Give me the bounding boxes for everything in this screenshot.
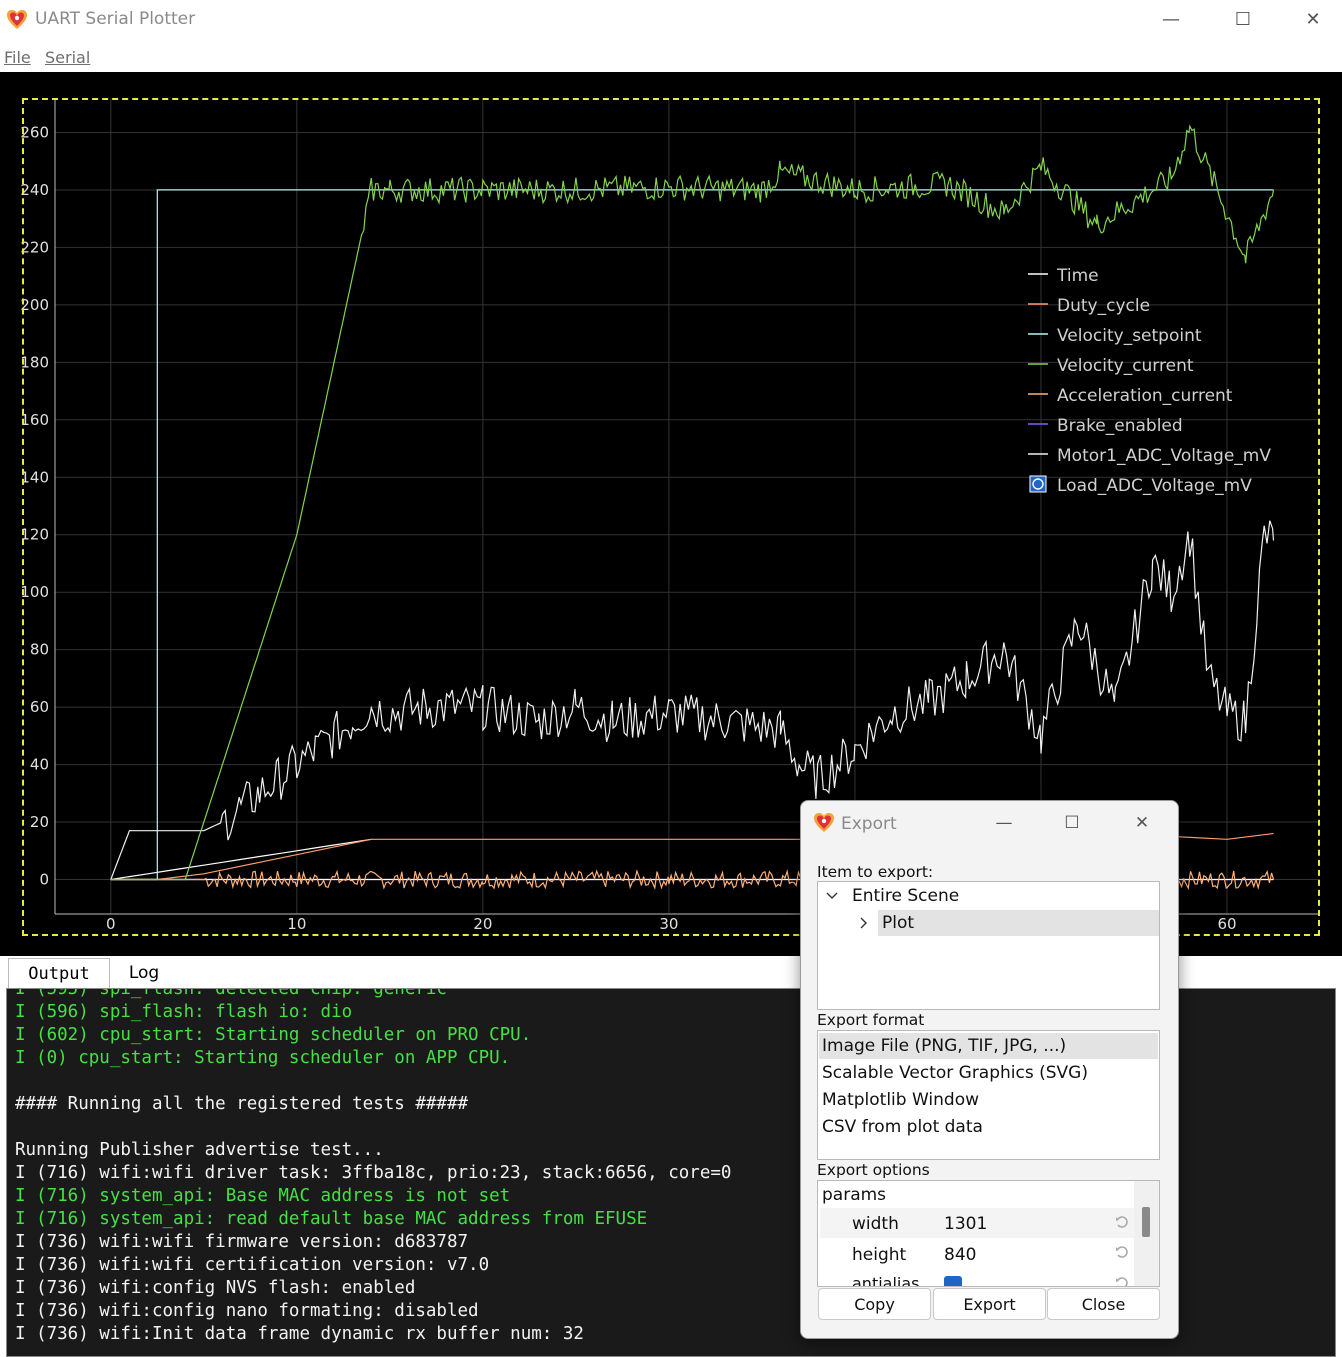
params-group: params	[822, 1185, 887, 1205]
tab-output[interactable]: Output	[8, 958, 110, 989]
scrollbar-thumb[interactable]	[1142, 1207, 1150, 1237]
menu-file[interactable]: File	[4, 48, 31, 67]
console-line: I (716) system_api: Base MAC address is …	[15, 1186, 511, 1206]
console-line: I (736) wifi:config nano formating: disa…	[15, 1301, 479, 1321]
format-item[interactable]: Image File (PNG, TIF, JPG, ...)	[822, 1036, 1066, 1056]
antialias-label: antialias	[852, 1274, 920, 1287]
width-label: width	[852, 1214, 899, 1234]
antialias-checkbox[interactable]	[944, 1276, 962, 1286]
console-line: I (736) wifi:wifi firmware version: d683…	[15, 1232, 469, 1252]
options-scrollbar[interactable]	[1134, 1181, 1159, 1286]
tree-item-plot-highlight	[878, 910, 1159, 936]
menu-serial[interactable]: Serial	[45, 48, 90, 67]
app-logo-icon	[7, 10, 27, 29]
console-line: I (0) cpu_start: Starting scheduler on A…	[15, 1048, 511, 1068]
menu-bar: File Serial	[0, 44, 1342, 72]
console-line: I (736) wifi:wifi certification version:…	[15, 1255, 490, 1275]
dialog-close-button[interactable]: Close	[1047, 1288, 1160, 1320]
console-line: I (736) wifi:Init data frame dynamic rx …	[15, 1324, 584, 1344]
tree-item-plot[interactable]: Plot	[882, 913, 914, 933]
console-line: Running Publisher advertise test...	[15, 1140, 384, 1160]
reset-antialias-icon[interactable]	[1114, 1275, 1130, 1287]
console-line: I (716) system_api: read default base MA…	[15, 1209, 648, 1229]
export-format-list[interactable]: Image File (PNG, TIF, JPG, ...) Scalable…	[817, 1030, 1160, 1160]
dialog-close-icon[interactable]: ✕	[1117, 807, 1167, 839]
console-line: I (596) spi_flash: flash io: dio	[15, 1002, 353, 1022]
maximize-button[interactable]: ☐	[1210, 0, 1276, 38]
tree-item-entire-scene[interactable]: Entire Scene	[852, 886, 959, 906]
export-dialog-titlebar: Export — ☐ ✕	[801, 801, 1178, 847]
reset-width-icon[interactable]	[1114, 1214, 1130, 1230]
console-line: I (602) cpu_start: Starting scheduler on…	[15, 1025, 532, 1045]
format-item[interactable]: CSV from plot data	[822, 1117, 983, 1137]
export-app-icon	[814, 813, 834, 832]
export-options-label: Export options	[817, 1161, 930, 1179]
dialog-minimize-button[interactable]: —	[979, 807, 1029, 839]
height-field[interactable]: 840	[944, 1245, 976, 1265]
minimize-button[interactable]: —	[1138, 0, 1204, 38]
chevron-down-icon[interactable]	[826, 890, 838, 902]
export-button[interactable]: Export	[933, 1288, 1046, 1320]
export-options-tree[interactable]: params width 1301 height 840 antialias	[817, 1180, 1160, 1287]
dialog-maximize-button[interactable]: ☐	[1047, 807, 1097, 839]
copy-button[interactable]: Copy	[818, 1288, 931, 1320]
width-field[interactable]: 1301	[944, 1214, 987, 1234]
tab-log[interactable]: Log	[118, 958, 170, 988]
item-to-export-label: Item to export:	[817, 863, 934, 881]
console-line: I (595) spi_flash: detected chip: generi…	[15, 988, 447, 999]
close-button[interactable]: ✕	[1280, 0, 1342, 38]
format-item[interactable]: Scalable Vector Graphics (SVG)	[822, 1063, 1088, 1083]
height-label: height	[852, 1245, 907, 1265]
export-dialog: Export — ☐ ✕ Item to export: Entire Scen…	[800, 800, 1179, 1339]
console-line: I (736) wifi:config NVS flash: enabled	[15, 1278, 416, 1298]
console-line: I (716) wifi:wifi driver task: 3ffba18c,…	[15, 1163, 732, 1183]
item-tree[interactable]: Entire Scene Plot	[817, 881, 1160, 1010]
reset-height-icon[interactable]	[1114, 1244, 1130, 1260]
window-title: UART Serial Plotter	[35, 9, 196, 29]
format-item[interactable]: Matplotlib Window	[822, 1090, 979, 1110]
chevron-right-icon[interactable]	[858, 917, 870, 929]
title-bar: UART Serial Plotter — ☐ ✕	[0, 0, 1342, 40]
export-dialog-title: Export	[841, 814, 897, 834]
export-format-label: Export format	[817, 1011, 925, 1029]
console-line: #### Running all the registered tests ##…	[15, 1094, 469, 1114]
